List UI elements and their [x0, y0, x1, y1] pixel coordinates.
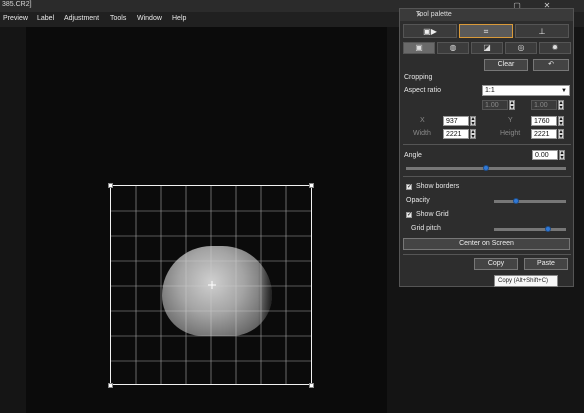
subtab-basic[interactable]: ▣ — [403, 42, 435, 54]
ratio-height-stepper[interactable]: ▴ ▾ — [558, 100, 564, 111]
divider — [403, 144, 571, 145]
crop-handle-top-left[interactable] — [108, 183, 113, 188]
grid-pitch-slider[interactable] — [494, 226, 566, 232]
x-stepper[interactable]: ▴ ▾ — [470, 116, 476, 127]
tab-straighten[interactable]: ⊥ — [515, 24, 569, 38]
x-field[interactable]: 937 — [443, 116, 469, 126]
ratio-height-field[interactable]: 1.00 — [531, 100, 557, 110]
cropping-heading: Cropping — [404, 74, 433, 81]
height-field[interactable]: 2221 — [531, 129, 557, 139]
aspect-ratio-label: Aspect ratio — [404, 87, 441, 94]
grid-pitch-label: Grid pitch — [411, 225, 441, 232]
opacity-slider-knob[interactable] — [512, 198, 519, 204]
opacity-slider[interactable] — [494, 198, 566, 204]
tool-palette: Tool palette ✕ ▣▶ ⌗ ⊥ ▣ ◍ ◪ ◎ ✹ Clear ↶ … — [399, 8, 574, 287]
angle-slider[interactable] — [406, 165, 566, 171]
crosshair-icon — [208, 281, 216, 289]
crop-handle-bottom-right[interactable] — [309, 383, 314, 388]
width-label: Width — [413, 130, 431, 137]
angle-slider-knob[interactable] — [483, 165, 489, 171]
copy-button[interactable]: Copy — [474, 258, 518, 270]
ratio-width-field[interactable]: 1.00 — [482, 100, 508, 110]
width-stepper[interactable]: ▴ ▾ — [470, 129, 476, 140]
height-stepper[interactable]: ▴ ▾ — [558, 129, 564, 140]
tab-rgb-tone[interactable]: ▣▶ — [403, 24, 457, 38]
copy-tooltip: Copy (Alt+Shift+C) — [494, 275, 558, 287]
center-on-screen-button[interactable]: Center on Screen — [403, 238, 570, 250]
menu-window[interactable]: Window — [137, 15, 162, 22]
aspect-ratio-select[interactable]: 1:1 ▼ — [482, 85, 570, 96]
menu-label[interactable]: Label — [37, 15, 54, 22]
angle-field[interactable]: 0.00 — [532, 150, 558, 160]
x-label: X — [420, 117, 425, 124]
window-title: 385.CR2] — [2, 1, 32, 8]
palette-titlebar[interactable]: Tool palette ✕ — [400, 9, 573, 21]
menu-adjustment[interactable]: Adjustment — [64, 15, 99, 22]
ratio-width-stepper[interactable]: ▴ ▾ — [509, 100, 515, 111]
aspect-ratio-value: 1:1 — [485, 87, 495, 94]
subtab-settings[interactable]: ✹ — [539, 42, 571, 54]
show-grid-label: Show Grid — [416, 211, 449, 218]
y-stepper[interactable]: ▴ ▾ — [558, 116, 564, 127]
grid-pitch-slider-knob[interactable] — [545, 226, 551, 232]
angle-stepper[interactable]: ▴ ▾ — [559, 150, 565, 161]
subtab-tone[interactable]: ◍ — [437, 42, 469, 54]
width-field[interactable]: 2221 — [443, 129, 469, 139]
angle-label: Angle — [404, 152, 422, 159]
show-borders-checkbox[interactable]: ✓ — [406, 184, 412, 190]
tab-crop[interactable]: ⌗ — [459, 24, 513, 38]
chevron-down-icon: ▼ — [561, 88, 567, 94]
y-label: Y — [508, 117, 513, 124]
palette-close-icon[interactable]: ✕ — [416, 11, 570, 19]
height-label: Height — [500, 130, 521, 137]
show-borders-label: Show borders — [416, 183, 460, 190]
y-field[interactable]: 1760 — [531, 116, 557, 126]
left-panel — [0, 27, 26, 413]
divider — [403, 254, 571, 255]
menu-tools[interactable]: Tools — [110, 15, 126, 22]
divider — [403, 176, 571, 177]
crop-handle-bottom-left[interactable] — [108, 383, 113, 388]
subtab-color[interactable]: ◎ — [505, 42, 537, 54]
menu-help[interactable]: Help — [172, 15, 186, 22]
paste-button[interactable]: Paste — [524, 258, 568, 270]
undo-button[interactable]: ↶ — [533, 59, 569, 71]
menu-preview[interactable]: Preview — [3, 15, 28, 22]
crop-handle-top-right[interactable] — [309, 183, 314, 188]
subtab-curve[interactable]: ◪ — [471, 42, 503, 54]
opacity-label: Opacity — [406, 197, 430, 204]
clear-button[interactable]: Clear — [484, 59, 528, 71]
show-grid-checkbox[interactable]: ✓ — [406, 212, 412, 218]
